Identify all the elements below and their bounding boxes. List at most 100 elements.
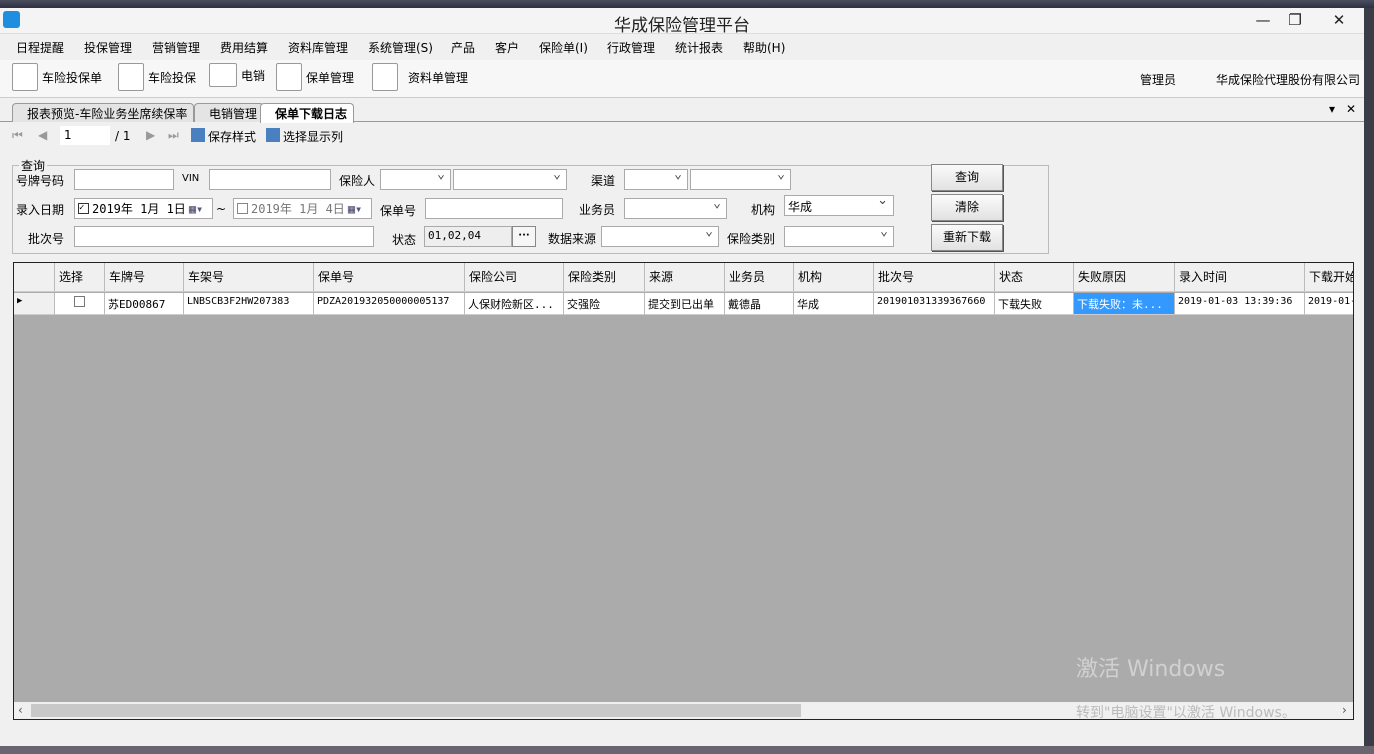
column-header[interactable]: 保险类别 (564, 263, 645, 291)
save-style-button[interactable]: 保存样式 (191, 128, 256, 145)
batch-cell: 201901031339367660 (874, 293, 995, 315)
company-cell: 人保财险新区... (465, 293, 564, 315)
tab-policy-download-log[interactable]: 保单下载日志 (260, 103, 355, 123)
page-number-input[interactable]: 1 (60, 126, 110, 145)
category-label: 保险类别 (727, 232, 776, 246)
select-checkbox-cell[interactable] (55, 293, 105, 315)
menu-library[interactable]: 资料库管理 (288, 39, 348, 56)
calendar-icon[interactable]: ▦▾ (189, 202, 203, 216)
column-header[interactable]: 来源 (645, 263, 725, 291)
last-page-icon[interactable]: ⏭ (168, 128, 179, 143)
entry-date-label: 录入日期 (16, 203, 65, 217)
checklist-icon (276, 63, 302, 91)
salesman-cell: 戴德晶 (725, 293, 794, 315)
toolbar-car-insurance-form[interactable]: 车险投保单 (12, 63, 102, 91)
failure-reason-cell[interactable]: 下载失败：未... (1074, 293, 1175, 315)
date-from-picker[interactable]: ✓ 2019年 1月 1日 ▦▾ (74, 198, 213, 219)
menu-customer[interactable]: 客户 (495, 39, 519, 56)
calendar-icon[interactable]: ▦▾ (348, 202, 362, 216)
policy-no-cell: PDZA201932050000005137 (314, 293, 465, 315)
page-total: / 1 (115, 129, 131, 143)
column-header[interactable]: 业务员 (725, 263, 794, 291)
close-button[interactable]: ✕ (1324, 10, 1354, 30)
date-to-checkbox[interactable] (237, 203, 248, 214)
table-row[interactable]: ▶ 苏ED00867 LNBSCB3F2HW207383 PDZA2019320… (14, 293, 1353, 315)
toolbar-policy-management[interactable]: 保单管理 (276, 63, 354, 91)
column-header[interactable]: 保险公司 (465, 263, 564, 291)
channel-label: 渠道 (591, 174, 616, 188)
menu-marketing[interactable]: 营销管理 (152, 39, 200, 56)
vin-cell: LNBSCB3F2HW207383 (184, 293, 314, 315)
first-page-icon[interactable]: ⏮ (12, 128, 23, 143)
menu-system[interactable]: 系统管理(S) (368, 39, 433, 56)
date-from-checkbox[interactable]: ✓ (78, 203, 89, 214)
column-header[interactable]: 失败原因 (1074, 263, 1175, 291)
menu-schedule[interactable]: 日程提醒 (16, 39, 64, 56)
insurer-select[interactable] (380, 167, 451, 190)
row-checkbox[interactable] (74, 296, 85, 307)
tab-close-icon[interactable]: ✕ (1346, 102, 1356, 116)
channel-select[interactable] (624, 167, 688, 190)
salesman-select[interactable] (624, 196, 727, 219)
source-cell: 提交到已出单 (645, 293, 725, 315)
column-header[interactable]: 车架号 (184, 263, 314, 291)
menu-admin[interactable]: 行政管理 (607, 39, 655, 56)
toolbar-car-insure[interactable]: 车险投保 (118, 63, 196, 91)
vin-label: VIN (182, 173, 200, 184)
status-picker-button[interactable]: ··· (512, 226, 536, 247)
tab-telesales[interactable]: 电销管理 (194, 103, 265, 122)
status-label: 状态 (392, 233, 417, 247)
redownload-button[interactable]: 重新下载 (931, 224, 1003, 251)
data-source-label: 数据来源 (548, 232, 597, 246)
column-header[interactable]: 状态 (995, 263, 1074, 291)
row-header-corner (14, 263, 55, 291)
column-header[interactable]: 机构 (794, 263, 874, 291)
select-columns-button[interactable]: 选择显示列 (266, 128, 343, 145)
scrollbar-thumb[interactable] (31, 704, 801, 717)
channel-detail-select[interactable] (690, 167, 791, 190)
menu-insure[interactable]: 投保管理 (84, 39, 132, 56)
scroll-right-icon[interactable]: › (1342, 703, 1347, 717)
menu-help[interactable]: 帮助(H) (743, 39, 785, 56)
maximize-button[interactable]: ❐ (1280, 10, 1310, 30)
tab-list-dropdown-icon[interactable]: ▾ (1329, 102, 1335, 116)
next-page-icon[interactable]: ▶ (146, 128, 155, 142)
column-header[interactable]: 下载开始 (1305, 263, 1353, 291)
menu-reports[interactable]: 统计报表 (675, 39, 723, 56)
plate-input[interactable] (74, 169, 174, 190)
prev-page-icon[interactable]: ◀ (38, 128, 47, 142)
scroll-left-icon[interactable]: ‹ (18, 703, 23, 717)
desktop-taskbar-top (0, 0, 1374, 8)
clear-button[interactable]: 清除 (931, 194, 1003, 221)
toolbar-document-management[interactable]: 资料单管理 (372, 63, 468, 91)
data-source-select[interactable] (601, 224, 719, 247)
policy-no-input[interactable] (425, 198, 563, 219)
insurer-detail-select[interactable] (453, 167, 567, 190)
menu-bar: 日程提醒 投保管理 营销管理 费用结算 资料库管理 系统管理(S) 产品 客户 … (0, 36, 1364, 58)
menu-product[interactable]: 产品 (451, 39, 475, 56)
column-header[interactable]: 车牌号 (105, 263, 184, 291)
column-header[interactable]: 批次号 (874, 263, 995, 291)
toolbar-telesales[interactable]: 电销 (209, 63, 265, 87)
minimize-button[interactable]: — (1248, 10, 1278, 30)
horizontal-scrollbar[interactable]: ‹ 转到"电脑设置"以激活 Windows。 › (14, 702, 1353, 719)
status-input[interactable]: 01,02,04 (424, 226, 512, 247)
tab-report-preview[interactable]: 报表预览-车险业务坐席续保率 (12, 103, 195, 122)
column-header[interactable]: 保单号 (314, 263, 465, 291)
vin-input[interactable] (209, 169, 331, 190)
row-indicator-icon: ▶ (14, 293, 55, 315)
image-icon (191, 128, 205, 142)
column-header[interactable]: 录入时间 (1175, 263, 1305, 291)
search-button[interactable]: 查询 (931, 164, 1003, 191)
menu-policy[interactable]: 保险单(I) (539, 39, 588, 56)
date-to-picker[interactable]: 2019年 1月 4日 ▦▾ (233, 198, 372, 219)
menu-fees[interactable]: 费用结算 (220, 39, 268, 56)
status-cell: 下载失败 (995, 293, 1074, 315)
category-cell: 交强险 (564, 293, 645, 315)
category-select[interactable] (784, 224, 894, 247)
batch-input[interactable] (74, 226, 374, 247)
toolbar-label: 车险投保单 (42, 70, 103, 85)
column-header[interactable]: 选择 (55, 263, 105, 291)
org-select[interactable]: 华成 (784, 193, 894, 216)
contact-card-icon (209, 63, 237, 87)
